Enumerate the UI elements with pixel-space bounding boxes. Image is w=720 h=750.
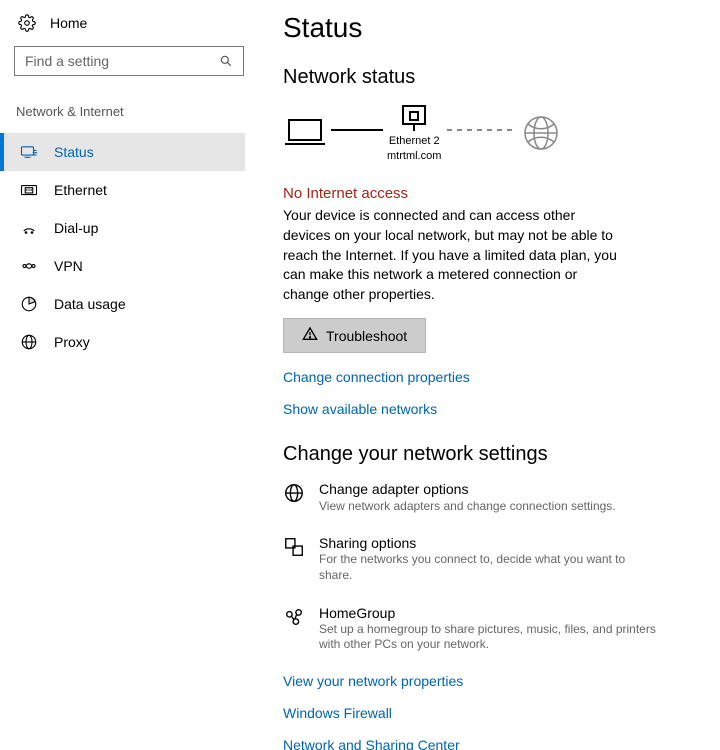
sidebar-item-dialup[interactable]: Dial-up (0, 209, 245, 247)
settings-item-title: Change adapter options (319, 480, 616, 498)
settings-item-desc: View network adapters and change connect… (319, 499, 616, 515)
sidebar-item-label: Ethernet (54, 182, 107, 198)
diagram-solid-line (327, 116, 387, 150)
adapter-options-icon (283, 482, 305, 504)
status-description: Your device is connected and can access … (283, 206, 623, 304)
link-windows-firewall[interactable]: Windows Firewall (283, 705, 700, 721)
ethernet-adapter-icon (400, 103, 428, 133)
sidebar-item-label: Dial-up (54, 220, 98, 236)
sidebar-item-datausage[interactable]: Data usage (0, 285, 245, 323)
globe-icon (521, 113, 561, 153)
sidebar: Home Network & Internet Status Ethernet … (0, 0, 255, 750)
home-button[interactable]: Home (14, 8, 245, 46)
gear-icon (18, 14, 36, 32)
sidebar-item-label: VPN (54, 258, 83, 274)
settings-item-adapter-options[interactable]: Change adapter options View network adap… (283, 480, 700, 514)
diagram-adapter: Ethernet 2 mtrtml.com (387, 103, 441, 163)
search-input-container[interactable] (14, 46, 244, 76)
sharing-options-icon (283, 536, 305, 558)
troubleshoot-label: Troubleshoot (326, 328, 407, 344)
main-content: Status Network status Ethernet 2 mtrtml.… (255, 0, 720, 750)
status-icon (20, 143, 38, 161)
sidebar-item-label: Proxy (54, 334, 90, 350)
settings-item-desc: For the networks you connect to, decide … (319, 552, 659, 583)
adapter-domain: mtrtml.com (387, 150, 441, 163)
sidebar-item-proxy[interactable]: Proxy (0, 323, 245, 361)
settings-item-title: Sharing options (319, 534, 659, 552)
dialup-icon (20, 219, 38, 237)
settings-item-homegroup[interactable]: HomeGroup Set up a homegroup to share pi… (283, 604, 700, 653)
adapter-name: Ethernet 2 (389, 135, 440, 148)
data-usage-icon (20, 295, 38, 313)
settings-item-title: HomeGroup (319, 604, 659, 622)
link-network-sharing-center[interactable]: Network and Sharing Center (283, 737, 700, 750)
status-title: No Internet access (283, 185, 700, 202)
home-label: Home (50, 15, 87, 31)
link-change-connection-properties[interactable]: Change connection properties (283, 369, 700, 385)
sidebar-item-vpn[interactable]: VPN (0, 247, 245, 285)
troubleshoot-button[interactable]: Troubleshoot (283, 318, 426, 353)
diagram-dashed-line (441, 116, 521, 150)
diagram-internet (521, 113, 561, 153)
diagram-pc (283, 116, 327, 150)
sidebar-item-label: Data usage (54, 296, 126, 312)
sidebar-section-header: Network & Internet (14, 104, 245, 119)
network-diagram: Ethernet 2 mtrtml.com (283, 103, 700, 163)
proxy-icon (20, 333, 38, 351)
homegroup-icon (283, 606, 305, 628)
sidebar-item-ethernet[interactable]: Ethernet (0, 171, 245, 209)
sidebar-item-label: Status (54, 144, 94, 160)
link-show-available-networks[interactable]: Show available networks (283, 401, 700, 417)
search-icon (217, 52, 235, 70)
link-view-network-properties[interactable]: View your network properties (283, 673, 700, 689)
search-input[interactable] (23, 52, 217, 70)
settings-item-sharing-options[interactable]: Sharing options For the networks you con… (283, 534, 700, 583)
laptop-icon (283, 116, 327, 150)
vpn-icon (20, 257, 38, 275)
ethernet-icon (20, 181, 38, 199)
sidebar-item-status[interactable]: Status (0, 133, 245, 171)
section-network-status: Network status (283, 66, 700, 89)
settings-item-desc: Set up a homegroup to share pictures, mu… (319, 622, 659, 653)
page-title: Status (283, 12, 700, 44)
warning-icon (302, 326, 318, 345)
section-change-settings: Change your network settings (283, 443, 700, 466)
